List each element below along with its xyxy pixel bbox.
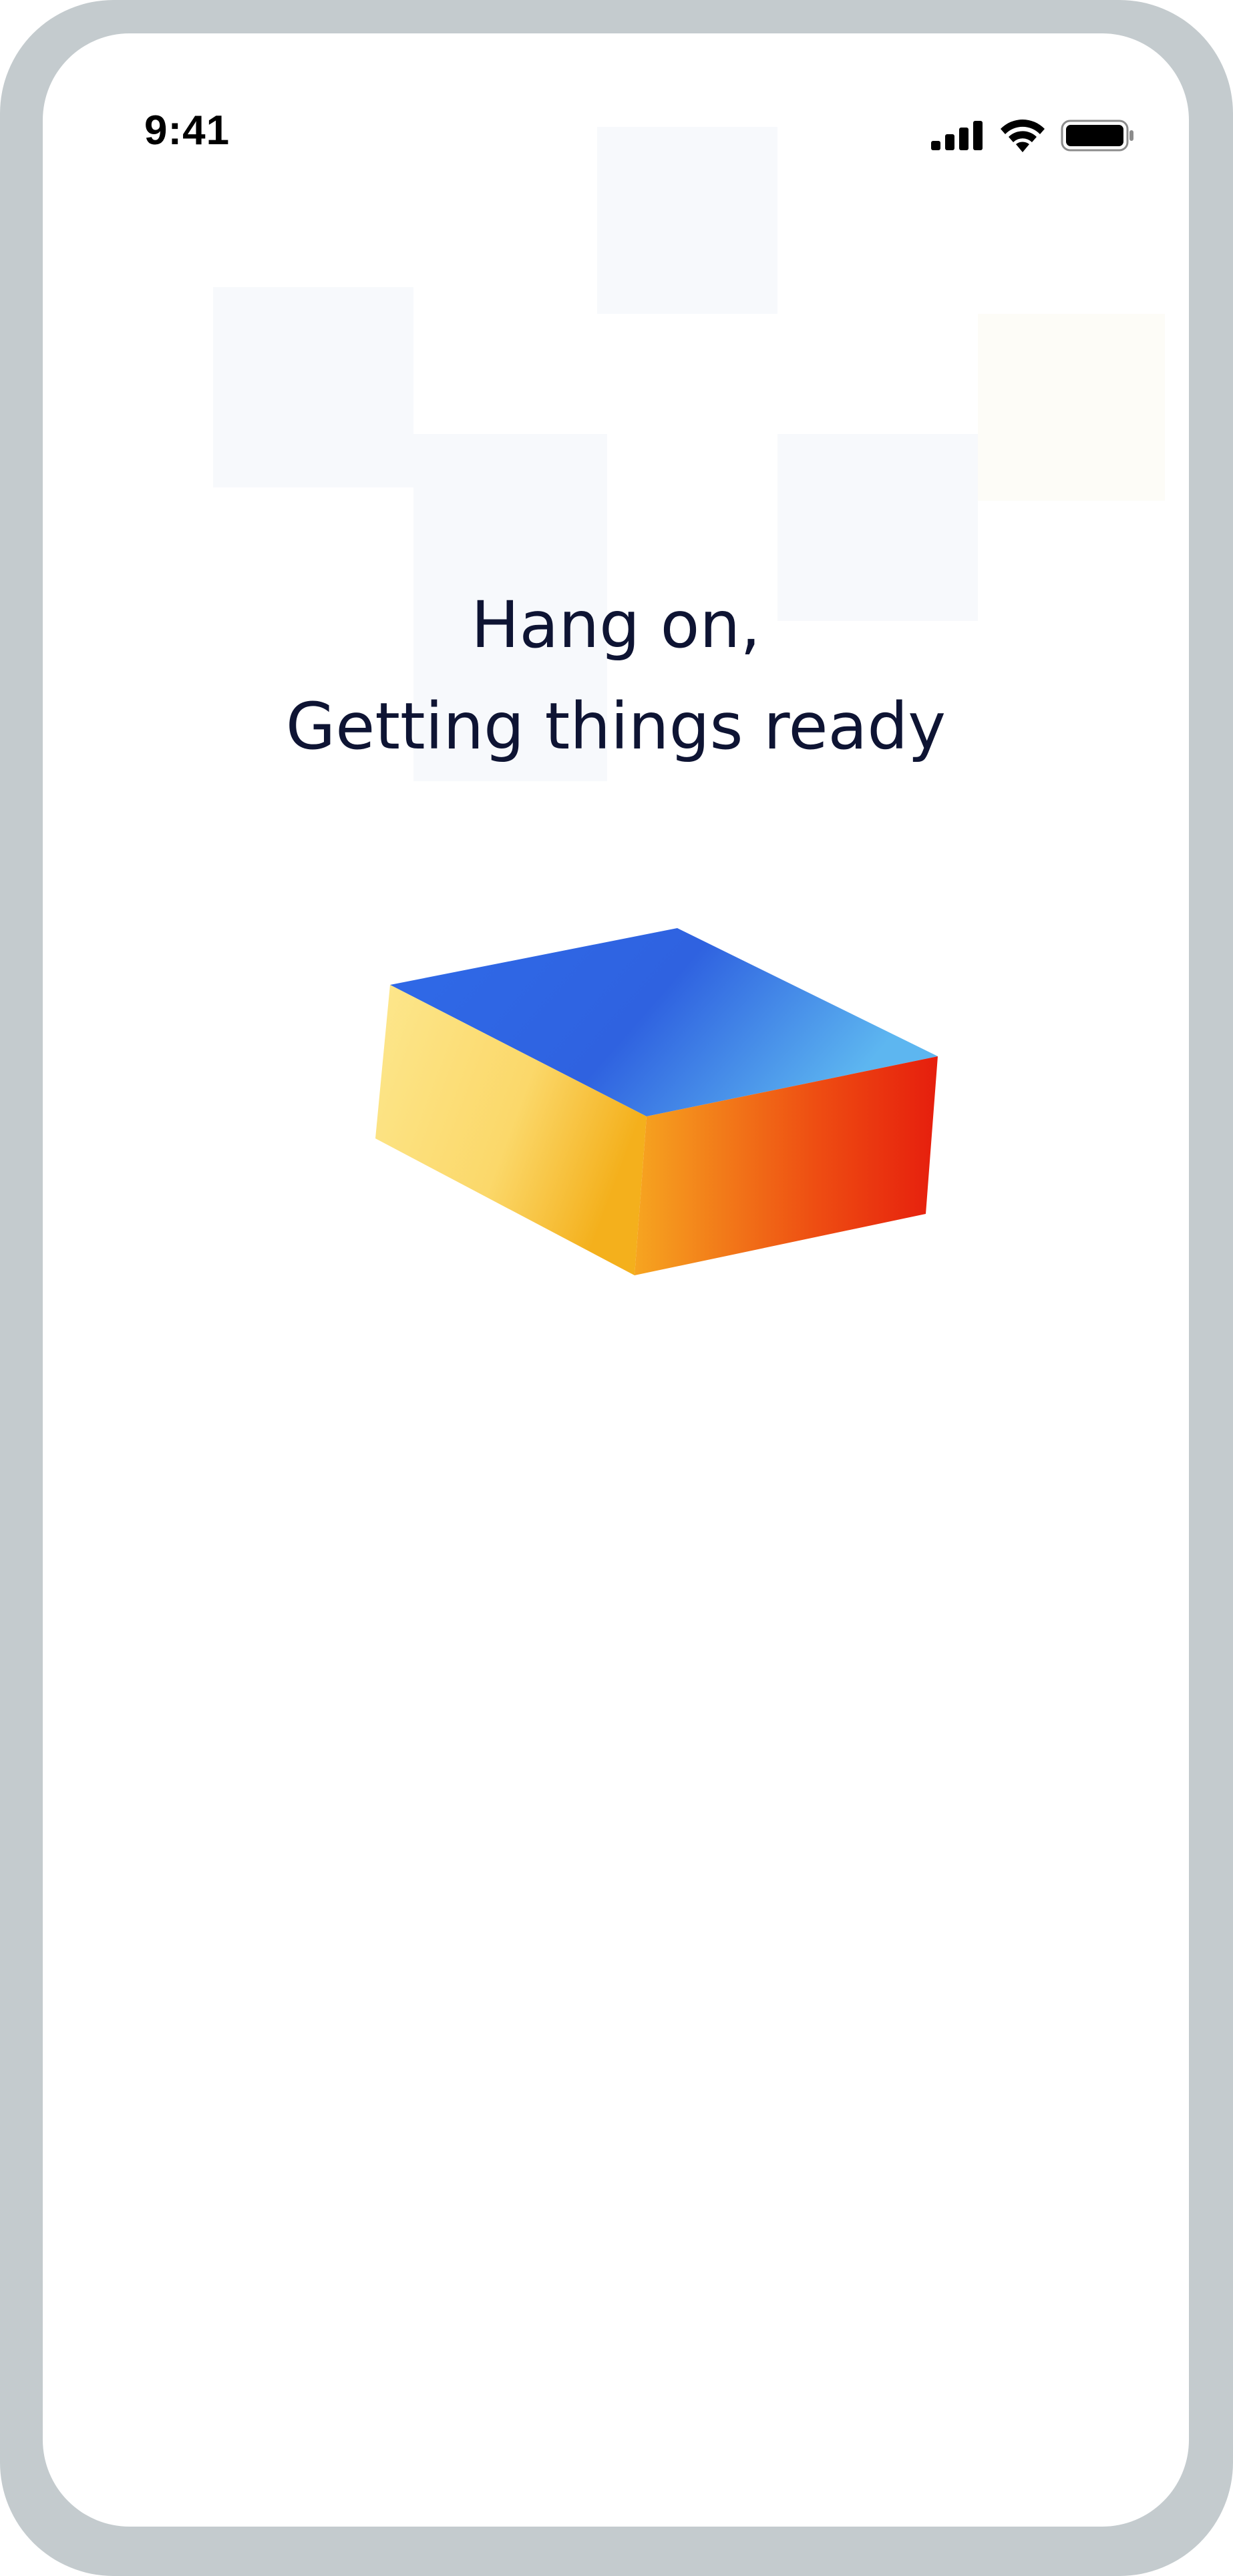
wifi-icon [1001, 120, 1045, 152]
loading-message: Hang on, Getting things ready [43, 574, 1189, 777]
background-tile [978, 314, 1165, 501]
status-icons [931, 119, 1135, 152]
status-bar: 9:41 [43, 33, 1189, 167]
background-tile [213, 287, 413, 487]
app-screen: 9:41 Hang on, Getting things ready [43, 33, 1189, 2527]
status-time: 9:41 [144, 108, 230, 154]
loading-subtitle: Getting things ready [285, 689, 946, 764]
battery-icon [1061, 120, 1133, 152]
loading-title: Hang on, [471, 588, 761, 662]
device-frame: 9:41 Hang on, Getting things ready [0, 0, 1233, 2576]
signal-icon [931, 121, 983, 150]
loading-box-icon [375, 928, 938, 1275]
